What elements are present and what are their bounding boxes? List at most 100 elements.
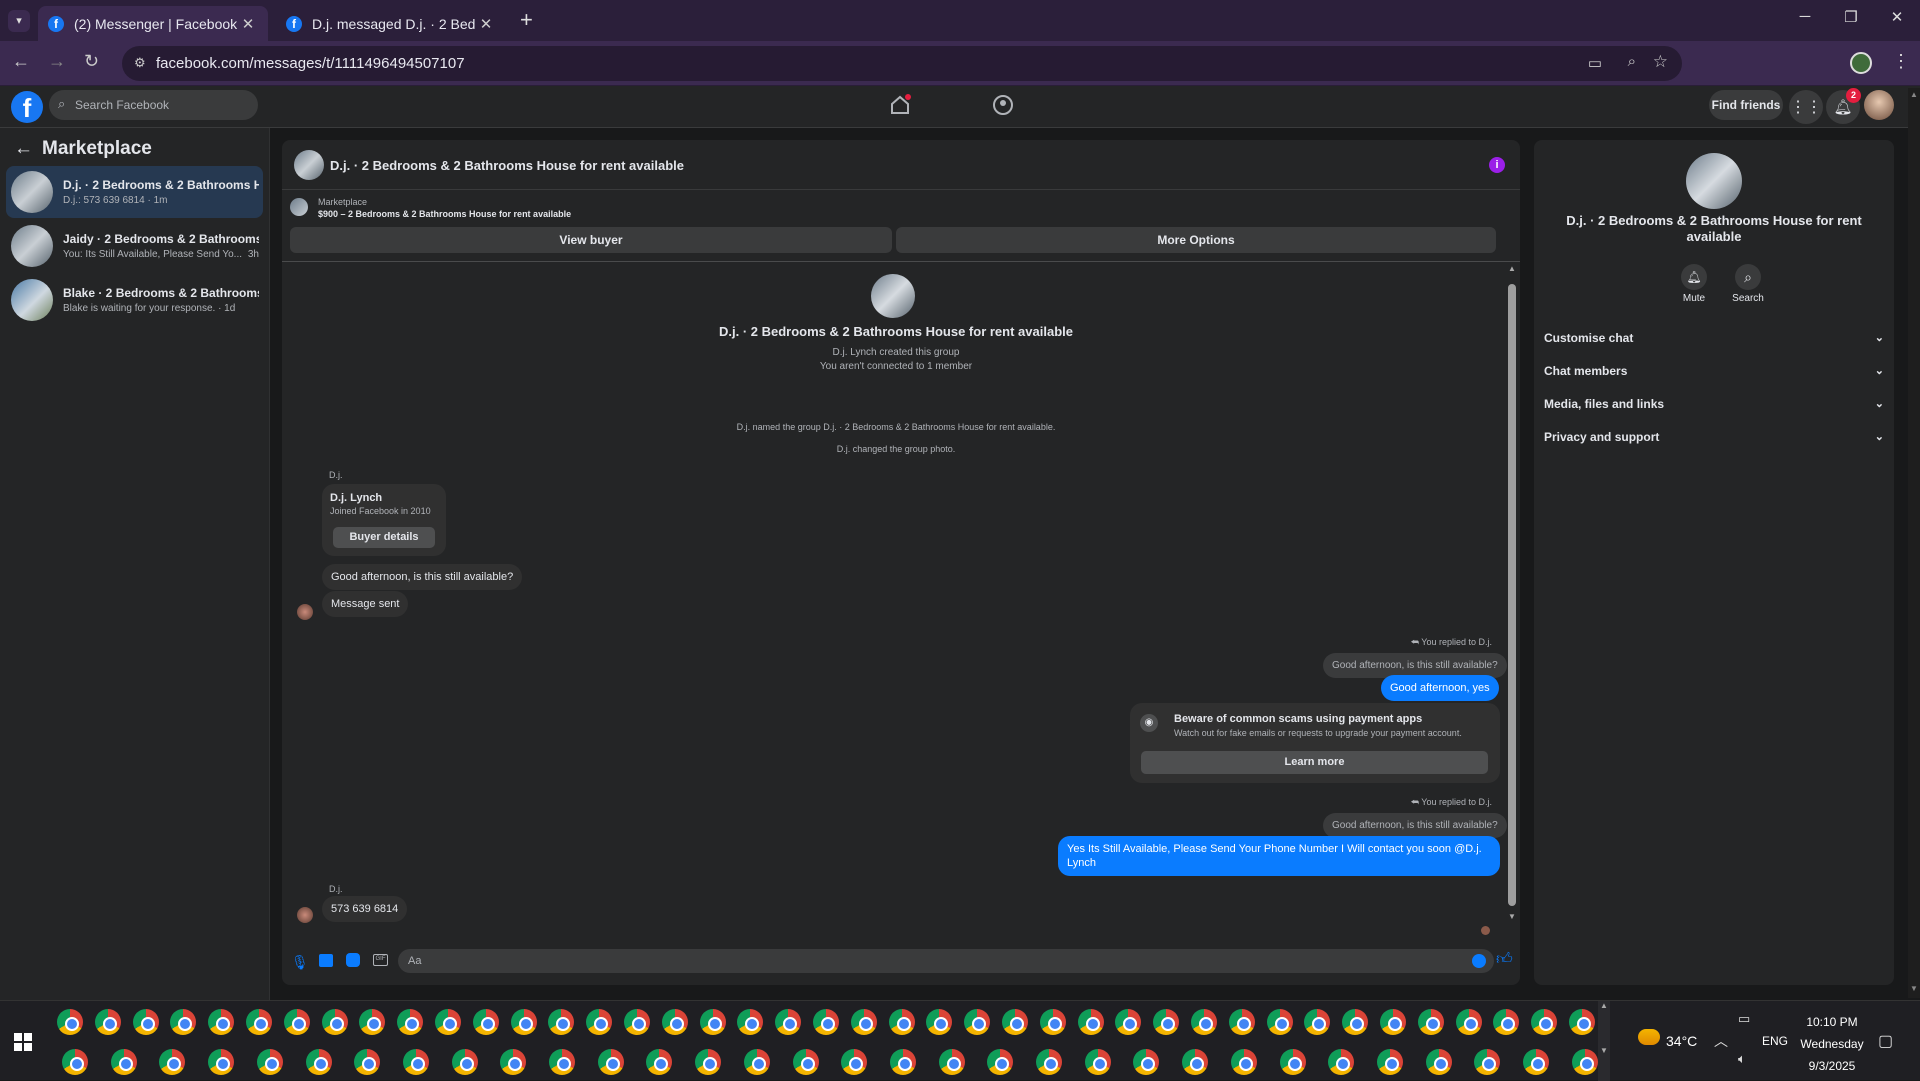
restore-icon[interactable]: ❐	[1828, 8, 1874, 26]
chrome-taskbar-icon[interactable]	[695, 1049, 722, 1075]
zoom-icon[interactable]: ⌕	[1628, 53, 1636, 70]
like-thumbs-up-icon[interactable]: 👍︎	[1496, 950, 1513, 969]
chrome-taskbar-icon[interactable]	[549, 1049, 575, 1075]
chrome-taskbar-icon[interactable]	[661, 1009, 688, 1035]
chrome-taskbar-icon[interactable]	[110, 1049, 137, 1075]
search-in-chat-button[interactable]: ⌕ Search	[1728, 264, 1768, 304]
chrome-taskbar-icon[interactable]	[321, 1009, 348, 1035]
scroll-thumb[interactable]	[1508, 284, 1516, 906]
chrome-taskbar-icon[interactable]	[964, 1009, 991, 1035]
chrome-taskbar-icon[interactable]	[1153, 1009, 1180, 1035]
view-buyer-button[interactable]: View buyer	[290, 227, 892, 253]
chrome-taskbar-icon[interactable]	[737, 1009, 764, 1035]
chrome-taskbar-icon[interactable]	[208, 1009, 235, 1035]
outgoing-message[interactable]: Yes Its Still Available, Please Send You…	[1058, 836, 1500, 876]
chrome-taskbar-icon[interactable]	[208, 1049, 235, 1075]
chrome-taskbar-icon[interactable]	[1425, 1049, 1452, 1075]
info-icon[interactable]: i	[1489, 157, 1505, 173]
chrome-taskbar-icon[interactable]	[926, 1009, 953, 1035]
find-friends-button[interactable]: Find friends	[1709, 90, 1783, 120]
weather-icon[interactable]	[1638, 1029, 1660, 1045]
chrome-taskbar-icon[interactable]	[1228, 1009, 1255, 1035]
page-scrollbar[interactable]: ▲ ▼	[1908, 88, 1920, 998]
chrome-taskbar-icon[interactable]	[397, 1009, 424, 1035]
chrome-taskbar-icon[interactable]	[402, 1049, 429, 1075]
conversation-item-dj[interactable]: D.j. · 2 Bedrooms & 2 Bathrooms H... D.j…	[6, 166, 263, 218]
bookmark-star-icon[interactable]: ☆	[1653, 52, 1668, 72]
home-icon[interactable]	[889, 94, 911, 116]
chrome-taskbar-icon[interactable]	[624, 1009, 650, 1035]
privacy-support-section[interactable]: Privacy and support ⌄	[1544, 430, 1884, 444]
facebook-logo-icon[interactable]: f	[11, 91, 43, 123]
attach-photo-icon[interactable]	[319, 954, 333, 967]
chrome-taskbar-icon[interactable]	[354, 1049, 381, 1075]
chrome-taskbar-icon[interactable]	[850, 1009, 877, 1035]
facebook-search-input[interactable]: ⌕ Search Facebook	[49, 90, 258, 120]
group-avatar[interactable]	[294, 150, 324, 180]
scroll-down-icon[interactable]: ▼	[1508, 912, 1516, 921]
volume-icon[interactable]: 🔈︎	[1738, 1051, 1746, 1067]
incoming-message[interactable]: Good afternoon, is this still available?	[322, 564, 523, 590]
customise-chat-section[interactable]: Customise chat ⌄	[1544, 331, 1884, 345]
chrome-taskbar-icon[interactable]	[1523, 1049, 1549, 1075]
chrome-taskbar-icon[interactable]	[775, 1009, 802, 1035]
chrome-taskbar-icon[interactable]	[938, 1049, 965, 1075]
chrome-taskbar-icon[interactable]	[132, 1009, 159, 1035]
chrome-taskbar-icon[interactable]	[1493, 1009, 1520, 1035]
reload-icon[interactable]: ↻	[84, 51, 99, 72]
chat-members-section[interactable]: Chat members ⌄	[1544, 364, 1884, 378]
chrome-taskbar-icon[interactable]	[1039, 1009, 1066, 1035]
listing-banner[interactable]: Marketplace $900 – 2 Bedrooms & 2 Bathro…	[282, 190, 1520, 224]
quoted-message[interactable]: Good afternoon, is this still available?	[1323, 813, 1507, 838]
chrome-taskbar-icon[interactable]	[1531, 1009, 1558, 1035]
scroll-down-icon[interactable]: ▼	[1910, 984, 1918, 993]
chrome-taskbar-icon[interactable]	[510, 1009, 537, 1035]
chrome-taskbar-icon[interactable]	[1569, 1009, 1595, 1035]
chrome-taskbar-icon[interactable]	[1571, 1049, 1598, 1075]
browser-menu-icon[interactable]: ⋮	[1892, 51, 1910, 72]
chrome-taskbar-icon[interactable]	[435, 1009, 461, 1035]
chrome-taskbar-icon[interactable]	[451, 1049, 478, 1075]
incoming-message[interactable]: Message sent	[322, 591, 409, 617]
chrome-taskbar-icon[interactable]	[1133, 1049, 1160, 1075]
tray-chevron-icon[interactable]: ︿	[1714, 1031, 1728, 1051]
windows-start-icon[interactable]	[14, 1033, 32, 1051]
conversation-item-blake[interactable]: Blake · 2 Bedrooms & 2 Bathrooms... Blak…	[6, 274, 263, 326]
scroll-up-icon[interactable]: ▲	[1910, 90, 1918, 99]
network-icon[interactable]: ▭	[1738, 1011, 1750, 1027]
menu-grid-icon[interactable]: ⋮⋮	[1789, 90, 1823, 124]
chrome-taskbar-icon[interactable]	[548, 1009, 575, 1035]
clock[interactable]: 10:10 PM Wednesday 9/3/2025	[1792, 1011, 1872, 1077]
gif-icon[interactable]: GIF	[373, 954, 388, 966]
chrome-taskbar-icon[interactable]	[57, 1009, 83, 1035]
mute-button[interactable]: 🔔︎ Mute	[1674, 264, 1714, 304]
notification-center-icon[interactable]: ▢	[1878, 1031, 1893, 1051]
chrome-taskbar-icon[interactable]	[359, 1009, 386, 1035]
chrome-taskbar-icon[interactable]	[1077, 1009, 1104, 1035]
back-arrow-icon[interactable]: ←	[14, 138, 33, 160]
outgoing-message[interactable]: Good afternoon, yes	[1381, 675, 1499, 701]
language-indicator[interactable]: ENG	[1762, 1034, 1788, 1048]
tab-marketplace-message[interactable]: f D.j. messaged D.j. · 2 Bedrooms ✕	[276, 6, 506, 41]
chrome-taskbar-icon[interactable]	[1279, 1049, 1306, 1075]
chrome-taskbar-icon[interactable]	[256, 1049, 283, 1075]
sticker-icon[interactable]	[346, 953, 360, 967]
chrome-taskbar-icon[interactable]	[699, 1009, 726, 1035]
chrome-taskbar-icon[interactable]	[1380, 1009, 1406, 1035]
chrome-taskbar-icon[interactable]	[1342, 1009, 1369, 1035]
incoming-message[interactable]: 573 639 6814	[322, 896, 408, 922]
chrome-taskbar-icon[interactable]	[283, 1009, 310, 1035]
chat-title[interactable]: D.j. · 2 Bedrooms & 2 Bathrooms House fo…	[330, 158, 684, 173]
chrome-taskbar-icon[interactable]	[987, 1049, 1014, 1075]
address-bar[interactable]: ⚙ facebook.com/messages/t/11114964945071…	[122, 46, 1682, 81]
chrome-taskbar-icon[interactable]	[1417, 1009, 1444, 1035]
chrome-taskbar-icon[interactable]	[586, 1009, 613, 1035]
voice-clip-icon[interactable]: 🎙︎	[291, 954, 309, 971]
chrome-taskbar-icon[interactable]	[646, 1049, 673, 1075]
forward-icon[interactable]: →	[48, 51, 66, 72]
chrome-taskbar-icon[interactable]	[472, 1009, 499, 1035]
chrome-taskbar-icon[interactable]	[743, 1049, 770, 1075]
tab-search-button[interactable]: ▾	[8, 10, 30, 32]
scroll-up-icon[interactable]: ▲	[1508, 264, 1516, 273]
temperature[interactable]: 34°C	[1666, 1033, 1697, 1049]
